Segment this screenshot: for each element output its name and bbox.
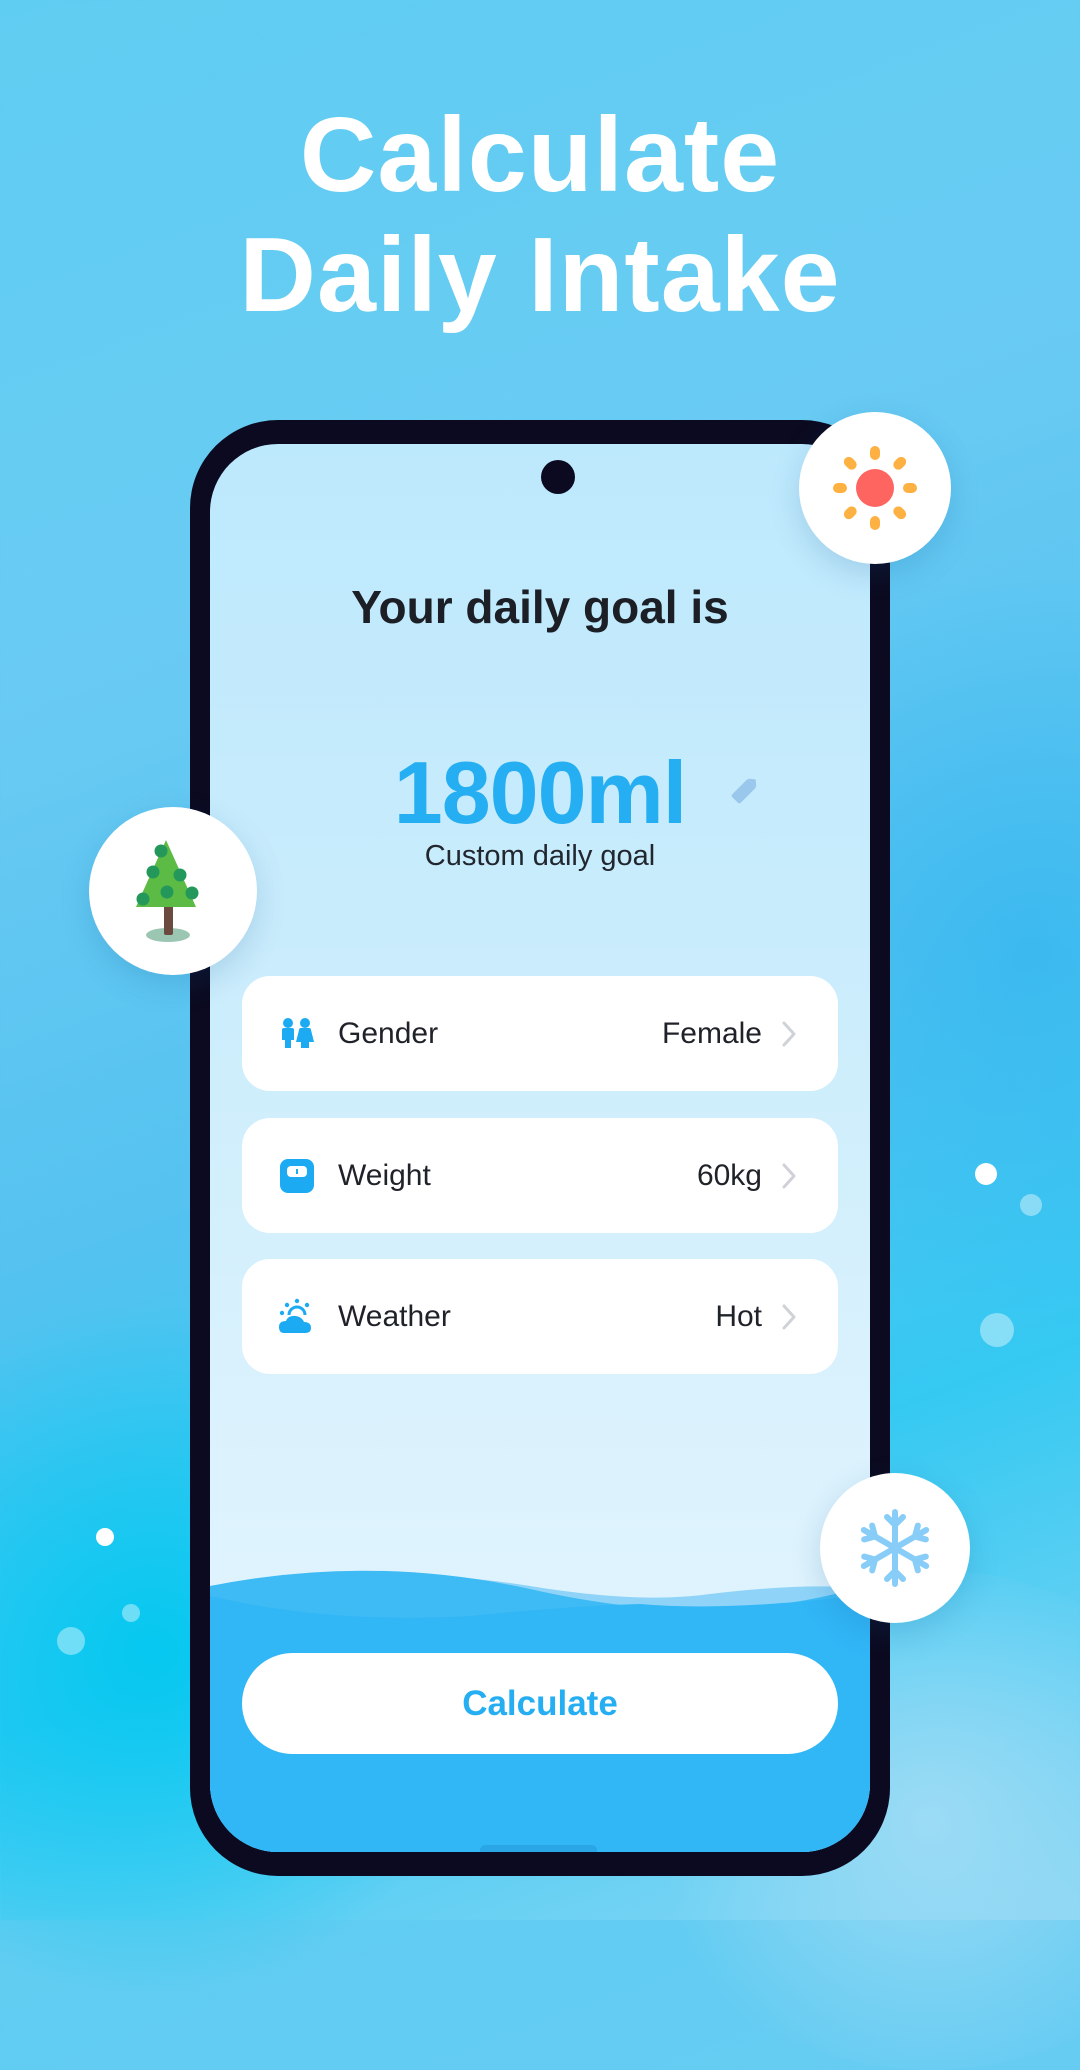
sun-bubble — [799, 412, 951, 564]
hero-title-line-1: Calculate — [299, 96, 781, 214]
decor-dot — [980, 1313, 1014, 1347]
setting-label: Weight — [338, 1159, 431, 1192]
pencil-icon[interactable] — [727, 772, 763, 808]
calculate-button[interactable]: Calculate — [242, 1653, 838, 1754]
hero-title-line-2: Daily Intake — [239, 216, 841, 334]
setting-label: Gender — [338, 1017, 439, 1050]
goal-value-row: 1800ml — [210, 742, 870, 842]
setting-value: Female — [661, 1017, 762, 1050]
tree-icon — [136, 840, 199, 942]
goal-value: 1800ml — [393, 743, 687, 842]
chevron-right-icon — [782, 1021, 796, 1047]
decor-dot — [96, 1528, 114, 1546]
weight-scale-icon — [280, 1159, 314, 1193]
sun-icon — [833, 446, 917, 530]
chevron-right-icon — [782, 1163, 796, 1189]
goal-heading: Your daily goal is — [351, 581, 729, 633]
gender-icon — [282, 1018, 314, 1048]
setting-value: Hot — [715, 1300, 762, 1333]
hero-title: Calculate Daily Intake — [0, 95, 1080, 335]
chevron-right-icon — [782, 1304, 796, 1330]
setting-label: Weather — [338, 1300, 451, 1333]
decor-dot — [1020, 1194, 1042, 1216]
snowflake-icon — [860, 1509, 930, 1587]
home-indicator — [480, 1845, 597, 1852]
goal-subtitle: Custom daily goal — [424, 840, 656, 872]
setting-row-gender[interactable]: Gender Female — [242, 976, 838, 1091]
snowflake-bubble — [820, 1473, 970, 1623]
phone-mockup: Your daily goal is 1800ml Custom daily g… — [190, 420, 890, 1876]
decor-dot — [975, 1163, 997, 1185]
tree-bubble — [89, 807, 257, 975]
weather-icon — [279, 1298, 311, 1333]
phone-screen: Your daily goal is 1800ml Custom daily g… — [210, 444, 870, 1852]
decor-dot — [57, 1627, 85, 1655]
decor-dot — [122, 1604, 140, 1622]
setting-row-weight[interactable]: Weight 60kg — [242, 1118, 838, 1233]
camera-punch-hole — [541, 460, 575, 494]
setting-row-weather[interactable]: Weather Hot — [242, 1259, 838, 1374]
setting-value: 60kg — [696, 1159, 762, 1192]
